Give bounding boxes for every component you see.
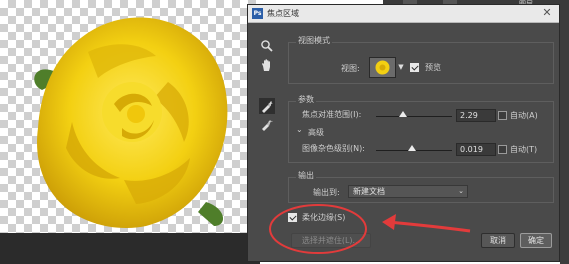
cancel-button[interactable]: 取消 — [481, 233, 515, 248]
output-label: 输出 — [296, 170, 316, 181]
output-to-value: 新建文档 — [353, 187, 385, 196]
focus-range-slider-knob[interactable] — [398, 111, 407, 117]
preview-label: 预览 — [425, 63, 441, 72]
dialog-titlebar: Ps 焦点区域 ✕ — [248, 5, 559, 23]
app-right-strip — [560, 10, 569, 264]
noise-auto-label: 自动(T) — [510, 145, 538, 154]
focus-eraser-icon[interactable]: − — [260, 117, 274, 131]
ps-logo-icon: Ps — [252, 8, 263, 19]
ok-button[interactable]: 确定 — [520, 233, 552, 248]
chevron-down-icon: ⌄ — [458, 187, 464, 195]
svg-text:−: − — [268, 118, 273, 125]
focus-auto-label: 自动(A) — [510, 111, 538, 120]
view-label: 视图: — [341, 64, 360, 73]
select-and-mask-button[interactable]: 选择并遮住(L)... — [291, 233, 371, 248]
advanced-label[interactable]: 高级 — [308, 127, 324, 138]
focus-area-dialog: Ps 焦点区域 ✕ + − 视图模式 视图: ▼ 预览 参数 焦点对准范围(I)… — [247, 4, 560, 262]
output-to-label: 输出到: — [313, 188, 340, 197]
close-button[interactable]: ✕ — [541, 7, 553, 19]
hand-icon[interactable] — [260, 58, 274, 72]
soften-edge-checkbox[interactable] — [288, 213, 297, 222]
noise-level-input[interactable]: 0.019 — [456, 143, 496, 156]
focus-range-slider[interactable] — [376, 116, 452, 117]
params-label: 参数 — [296, 94, 316, 105]
view-mode-label: 视图模式 — [296, 35, 332, 46]
view-mode-group — [288, 42, 554, 84]
noise-level-label: 图像杂色级别(N): — [302, 144, 365, 153]
yellow-flower-image — [34, 17, 228, 228]
svg-text:+: + — [268, 101, 273, 108]
dialog-title: 焦点区域 — [267, 9, 299, 18]
preview-checkbox[interactable] — [410, 63, 419, 72]
focus-auto-checkbox[interactable] — [498, 111, 507, 120]
noise-auto-checkbox[interactable] — [498, 145, 507, 154]
canvas-bottom-bar — [0, 233, 260, 264]
soften-edge-label[interactable]: 柔化边缘(S) — [302, 212, 345, 223]
focus-brush-icon[interactable]: + — [259, 98, 275, 114]
output-to-select[interactable]: 新建文档 ⌄ — [348, 185, 468, 198]
focus-range-label: 焦点对准范围(I): — [302, 110, 362, 119]
chevron-down-icon[interactable]: ▼ — [397, 57, 405, 78]
view-thumbnail[interactable] — [369, 57, 396, 78]
focus-range-input[interactable]: 2.29 — [456, 109, 496, 122]
triangle-down-icon[interactable]: ⌄ — [296, 125, 303, 134]
noise-level-slider-knob[interactable] — [407, 145, 416, 151]
zoom-icon[interactable] — [260, 39, 274, 53]
